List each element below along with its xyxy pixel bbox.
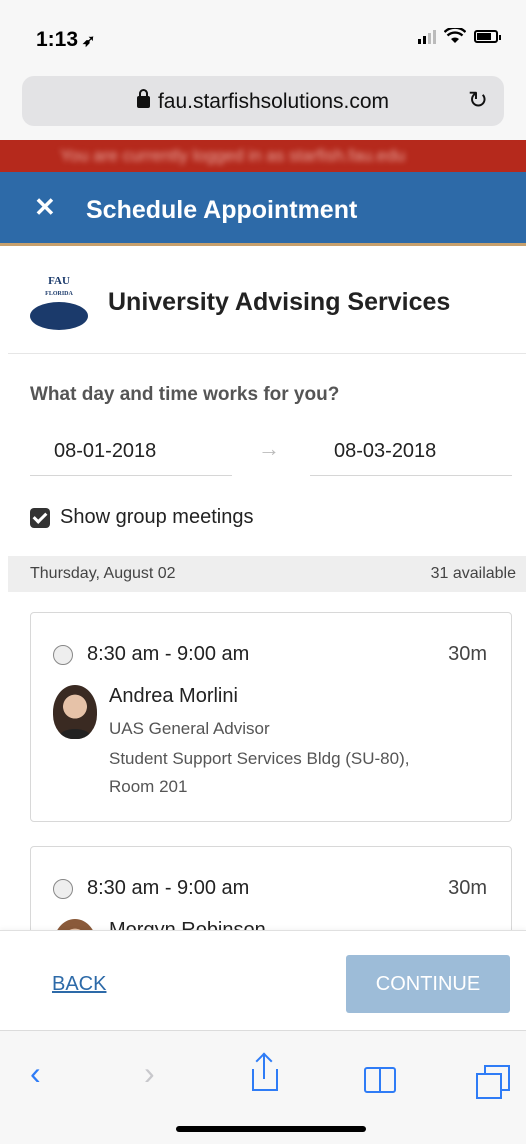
location-arrow-icon: ➶ xyxy=(82,33,96,50)
signal-icon xyxy=(418,28,436,44)
day-label: Thursday, August 02 xyxy=(30,565,176,582)
show-group-meetings-checkbox[interactable]: Show group meetings xyxy=(30,506,253,529)
radio-icon[interactable] xyxy=(53,645,73,665)
day-header: Thursday, August 02 31 available xyxy=(8,556,526,592)
back-icon[interactable]: ‹ xyxy=(30,1055,41,1092)
status-bar: 1:13 ➶ xyxy=(0,0,526,76)
continue-button[interactable]: CONTINUE xyxy=(346,955,510,1013)
forward-icon[interactable]: › xyxy=(144,1055,155,1092)
banner-text: You are currently logged in as starfish.… xyxy=(60,146,406,165)
footer-actions: BACK CONTINUE xyxy=(0,930,526,1030)
share-icon[interactable] xyxy=(252,1052,278,1091)
back-link[interactable]: BACK xyxy=(52,973,106,996)
slot-time: 8:30 am - 9:00 am xyxy=(87,643,250,665)
slot-duration: 30m xyxy=(448,877,487,899)
advisor-name: Andrea Morlini xyxy=(109,685,238,707)
advisor-title: UAS General Advisor xyxy=(109,719,270,738)
slot-duration: 30m xyxy=(448,643,487,665)
avatar xyxy=(53,685,97,739)
address-bar[interactable]: fau.starfishsolutions.com ↻ xyxy=(22,76,504,126)
appointment-slot[interactable]: 8:30 am - 9:00 am 30m Andrea Morlini UAS… xyxy=(30,612,512,822)
date-question: What day and time works for you? xyxy=(30,384,340,405)
status-icons xyxy=(418,28,501,44)
status-time: 1:13 ➶ xyxy=(36,28,95,52)
university-logo: FAUFLORIDA ATLANTICUNIVERSITY xyxy=(30,276,88,330)
slot-time: 8:30 am - 9:00 am xyxy=(87,877,250,899)
page-title: Schedule Appointment xyxy=(86,196,358,224)
battery-icon xyxy=(474,29,501,43)
home-indicator xyxy=(176,1126,366,1132)
available-count: 31 available xyxy=(430,565,516,582)
app-header: ✕ Schedule Appointment xyxy=(0,172,526,246)
start-date-field[interactable]: 08-01-2018 xyxy=(30,428,232,476)
end-date-field[interactable]: 08-03-2018 xyxy=(310,428,512,476)
arrow-right-icon: → xyxy=(258,436,280,461)
url-text: fau.starfishsolutions.com xyxy=(157,90,390,113)
login-banner: You are currently logged in as starfish.… xyxy=(0,140,526,172)
close-icon[interactable]: ✕ xyxy=(34,192,56,223)
wifi-icon xyxy=(444,28,466,43)
service-name: University Advising Services xyxy=(108,288,451,316)
radio-icon[interactable] xyxy=(53,879,73,899)
lock-icon xyxy=(136,89,150,108)
group-meetings-label: Show group meetings xyxy=(60,506,254,528)
url-display[interactable]: fau.starfishsolutions.com xyxy=(22,89,504,114)
status-time-text: 1:13 xyxy=(36,28,79,51)
bookmarks-icon[interactable] xyxy=(364,1067,398,1093)
checkbox-icon[interactable] xyxy=(30,507,50,528)
browser-address-area: fau.starfishsolutions.com ↻ xyxy=(0,76,526,140)
advisor-location: Student Support Services Bldg (SU-80), R… xyxy=(109,749,410,796)
reload-icon[interactable]: ↻ xyxy=(468,86,488,115)
tabs-icon[interactable] xyxy=(476,1065,512,1099)
service-row: FAUFLORIDA ATLANTICUNIVERSITY University… xyxy=(8,246,526,354)
